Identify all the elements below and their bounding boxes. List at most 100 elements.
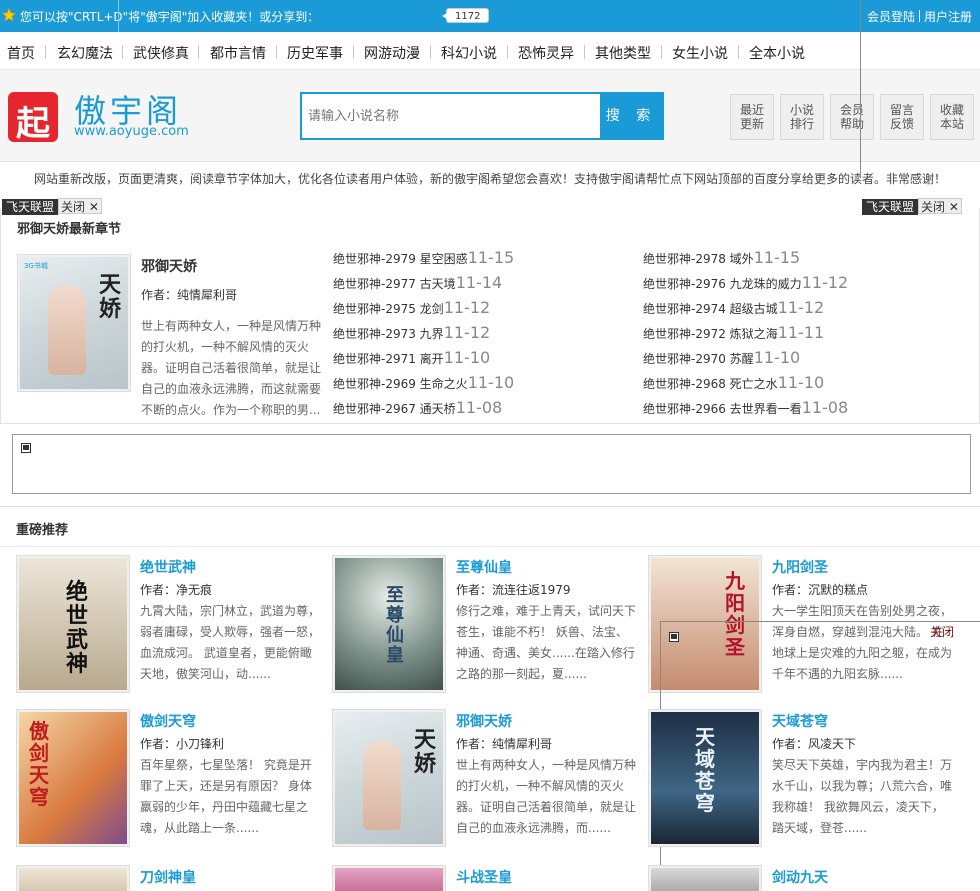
nav-item-urban[interactable]: 都市言情: [210, 43, 266, 63]
book-title[interactable]: 剑动九天: [772, 867, 828, 887]
nav-divider: [198, 45, 199, 59]
book-cover[interactable]: 绝世武神: [16, 555, 130, 693]
site-url: www.aoyuge.com: [74, 124, 189, 139]
book-description: 修行之难，难于上青天，试问天下苍生，谁能不朽！ 妖兽、法宝、神通、奇遇、美女..…: [456, 604, 637, 681]
section-title: 邪御天娇最新章节: [17, 222, 122, 237]
nav-item-fantasy[interactable]: 玄幻魔法: [57, 43, 113, 63]
divider: [860, 0, 861, 178]
user-links: 会员登陆 用户注册: [867, 8, 972, 25]
book-author: 作者：纯情犀利哥: [456, 737, 553, 751]
book-title[interactable]: 刀剑神皇: [140, 867, 196, 887]
book-cover[interactable]: 天娇: [332, 709, 446, 847]
nav-divider: [661, 45, 662, 59]
login-link[interactable]: 会员登陆: [867, 10, 915, 24]
quick-link-ranking[interactable]: 小说 排行: [780, 94, 824, 140]
bookmark-hint: 您可以按"CRTL+D"将"傲宇阁"加入收藏夹！或分享到：: [20, 10, 320, 24]
chapter-link[interactable]: 绝世邪神-2968 死亡之水11-10: [643, 373, 824, 392]
quick-link-help[interactable]: 会员 帮助: [830, 94, 874, 140]
main-nav: 首页 玄幻魔法 武侠修真 都市言情 历史军事 网游动漫 科幻小说 恐怖灵异 其他…: [0, 32, 980, 70]
nav-item-history[interactable]: 历史军事: [287, 43, 343, 63]
latest-chapters-panel: 邪御天娇最新章节 3G书城 天娇 邪御天娇 作者：纯情犀利哥 世上有两种女人，一…: [0, 208, 980, 424]
nav-item-complete[interactable]: 全本小说: [749, 43, 805, 63]
broken-image-icon: [669, 632, 679, 642]
nav-divider: [122, 45, 123, 59]
chapter-link[interactable]: 绝世邪神-2969 生命之火11-10: [333, 373, 514, 392]
book-author: 作者：小刀锋利: [140, 737, 225, 751]
chapter-link[interactable]: 绝世邪神-2977 古天境11-14: [333, 273, 502, 292]
book-author: 作者：流连往返1979: [456, 583, 571, 597]
site-header: 起 傲宇阁 www.aoyuge.com 搜 索 最近更新 小说排行 会员帮助 …: [0, 70, 980, 162]
star-icon: [2, 8, 16, 22]
book-title[interactable]: 邪御天娇: [456, 711, 512, 731]
book-title[interactable]: 九阳剑圣: [772, 557, 828, 577]
nav-divider: [276, 45, 277, 59]
broken-image-icon: [21, 443, 31, 453]
quick-link-latest[interactable]: 最近 更新: [730, 94, 774, 140]
section-title: 重磅推荐: [16, 523, 69, 538]
book-title[interactable]: 绝世武神: [140, 557, 196, 577]
chapter-link[interactable]: 绝世邪神-2972 炼狱之海11-11: [643, 323, 824, 342]
chapter-link[interactable]: 绝世邪神-2966 去世界看一看11-08: [643, 398, 848, 417]
quick-link-feedback[interactable]: 留言 反馈: [880, 94, 924, 140]
section-header: 重磅推荐: [0, 507, 980, 547]
search-button[interactable]: 搜 索: [600, 94, 662, 138]
search-box: 搜 索: [300, 92, 664, 140]
nav-item-horror[interactable]: 恐怖灵异: [518, 43, 574, 63]
book-title[interactable]: 邪御天娇: [141, 256, 197, 276]
top-bar: 您可以按"CRTL+D"将"傲宇阁"加入收藏夹！或分享到： 1172 会员登陆用…: [0, 0, 980, 32]
book-author: 作者：净无痕: [140, 583, 213, 597]
chapter-link[interactable]: 绝世邪神-2976 九龙珠的威力11-12: [643, 273, 848, 292]
book-description: 笑尽天下英雄，宇内我为君主！万水千山，以我为尊；八荒六合，唯我称雄！ 我欲舞风云…: [772, 758, 953, 835]
chapter-link[interactable]: 绝世邪神-2975 龙剑11-12: [333, 298, 490, 317]
book-author: 作者：纯情犀利哥: [141, 288, 238, 302]
chapter-link[interactable]: 绝世邪神-2970 苏醒11-10: [643, 348, 800, 367]
nav-divider: [738, 45, 739, 59]
share-count-badge[interactable]: 1172: [441, 8, 490, 23]
nav-divider: [430, 45, 431, 59]
cover-figure: [48, 285, 86, 375]
book-title[interactable]: 斗战圣皇: [456, 867, 512, 887]
divider: [118, 0, 119, 32]
nav-item-game[interactable]: 网游动漫: [364, 43, 420, 63]
search-input[interactable]: [304, 94, 600, 138]
nav-divider: [45, 45, 46, 59]
book-description: 九霄大陆，宗门林立，武道为尊，弱者庸碌，受人欺辱，强者一怒，血流成河。 武道皇者…: [140, 604, 321, 681]
nav-item-wuxia[interactable]: 武侠修真: [133, 43, 189, 63]
cover-figure: [363, 740, 401, 830]
book-cover[interactable]: [16, 865, 130, 891]
register-link[interactable]: 用户注册: [924, 10, 972, 24]
book-cover[interactable]: 傲剑天穹: [16, 709, 130, 847]
chapter-link[interactable]: 绝世邪神-2978 域外11-15: [643, 248, 800, 267]
book-cover[interactable]: [648, 865, 762, 891]
book-title[interactable]: 天域苍穹: [772, 711, 828, 731]
book-cover[interactable]: [332, 865, 446, 891]
nav-divider: [584, 45, 585, 59]
nav-divider: [507, 45, 508, 59]
nav-item-scifi[interactable]: 科幻小说: [441, 43, 497, 63]
chapter-link[interactable]: 绝世邪神-2971 离开11-10: [333, 348, 490, 367]
chapter-link[interactable]: 绝世邪神-2979 星空困惑11-15: [333, 248, 514, 267]
book-author: 作者：沉默的糕点: [772, 583, 869, 597]
book-title[interactable]: 至尊仙皇: [456, 557, 512, 577]
nav-item-home[interactable]: 首页: [7, 43, 35, 63]
site-notice: 网站重新改版，页面更清爽，阅读章节字体加大，优化各位读者用户体验，新的傲宇阁希望…: [33, 172, 946, 186]
book-cover[interactable]: 3G书城 天娇: [17, 254, 131, 392]
chapter-link[interactable]: 绝世邪神-2973 九界11-12: [333, 323, 490, 342]
book-cover[interactable]: 九阳剑圣: [648, 555, 762, 693]
chapter-link[interactable]: 绝世邪神-2967 通天桥11-08: [333, 398, 502, 417]
nav-item-female[interactable]: 女生小说: [672, 43, 728, 63]
divider: [660, 621, 980, 622]
book-description: 百年星祭，七星坠落！ 究竟是开罪了上天，还是另有原因？ 身体羸弱的少年，丹田中蕴…: [140, 758, 312, 835]
ad-placeholder: [12, 434, 971, 494]
quick-link-bookmark[interactable]: 收藏 本站: [930, 94, 974, 140]
logo-icon[interactable]: 起: [8, 92, 58, 144]
book-cover[interactable]: 至尊仙皇: [332, 555, 446, 693]
book-description: 世上有两种女人，一种是风情万种的打火机，一种不解风情的灭火器。证明自己活着很简单…: [141, 319, 322, 417]
popup-close-link[interactable]: 关闭: [930, 623, 954, 640]
book-cover[interactable]: 天域苍穹: [648, 709, 762, 847]
chapter-link[interactable]: 绝世邪神-2974 超级古城11-12: [643, 298, 824, 317]
book-title[interactable]: 傲剑天穹: [140, 711, 196, 731]
book-author: 作者：风凌天下: [772, 737, 857, 751]
book-description: 世上有两种女人，一种是风情万种的打火机，一种不解风情的灭火器。证明自己活着很简单…: [456, 758, 637, 835]
nav-item-other[interactable]: 其他类型: [595, 43, 651, 63]
